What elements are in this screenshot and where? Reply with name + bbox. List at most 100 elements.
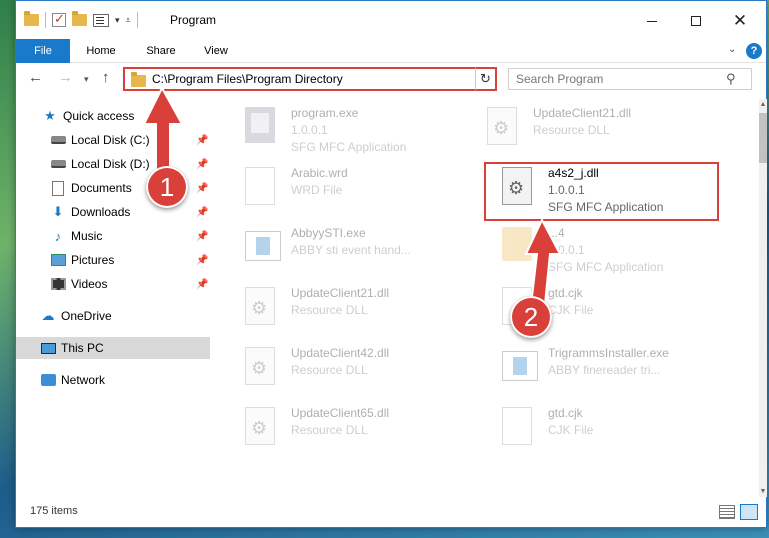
scrollbar-thumb[interactable] xyxy=(759,113,767,163)
sidebar-item-music[interactable]: ♪ Music 📌 xyxy=(16,225,210,247)
drive-icon xyxy=(50,156,66,172)
file-detail: Resource DLL xyxy=(291,303,368,317)
sidebar-item-this-pc[interactable]: This PC xyxy=(16,337,210,359)
status-bar: 175 items xyxy=(16,499,766,527)
scroll-up-icon[interactable]: ▲ xyxy=(759,101,767,108)
customize-toolbar-icon[interactable]: ⩡ xyxy=(126,15,131,26)
highlight-box xyxy=(484,162,719,221)
search-input[interactable] xyxy=(516,72,726,86)
sidebar-item-label: Quick access xyxy=(63,109,135,123)
close-button[interactable]: ✕ xyxy=(720,7,760,35)
dll-file-icon xyxy=(245,287,281,327)
tab-file[interactable]: File xyxy=(16,39,70,63)
tiles-view-icon[interactable] xyxy=(740,504,758,520)
file-detail: 1.0.0.1 xyxy=(291,123,328,137)
vertical-scrollbar[interactable]: ▲ ▼ xyxy=(759,99,767,497)
chevron-down-icon[interactable]: ▾ xyxy=(115,15,120,26)
file-item-program-exe[interactable]: program.exe 1.0.0.1 SFG MFC Application xyxy=(245,103,475,161)
file-item-trigrammsinstaller-exe[interactable]: TrigrammsInstaller.exe ABBY finereader t… xyxy=(502,343,732,401)
file-name: UpdateClient42.dll xyxy=(291,346,390,360)
sidebar-item-network[interactable]: Network xyxy=(16,369,210,391)
step-badge-1: 1 xyxy=(146,166,188,208)
details-view-icon[interactable] xyxy=(719,505,735,519)
search-icon[interactable]: ⚲ xyxy=(726,71,736,87)
maximize-button[interactable] xyxy=(676,7,716,35)
executable-icon xyxy=(502,347,538,387)
file-name: UpdateClient21.dll xyxy=(533,106,632,120)
sidebar-item-onedrive[interactable]: ☁ OneDrive xyxy=(16,305,210,327)
forward-arrow-icon[interactable]: → xyxy=(58,69,73,86)
network-icon xyxy=(40,372,56,388)
file-item-updateclient21-dll-2[interactable]: UpdateClient21.dll Resource DLL xyxy=(245,283,475,341)
file-list: program.exe 1.0.0.1 SFG MFC Application … xyxy=(229,99,759,497)
ribbon-tabs: File Home Share View ⌄ ? xyxy=(16,39,766,63)
star-icon: ★ xyxy=(44,108,56,123)
search-box[interactable]: ⚲ xyxy=(508,68,752,90)
file-name: TrigrammsInstaller.exe xyxy=(548,346,669,360)
file-detail: Resource DLL xyxy=(291,363,368,377)
minimize-icon xyxy=(647,20,657,22)
title-bar: ▾ ⩡ Program ✕ xyxy=(16,1,766,39)
sidebar-item-downloads[interactable]: ⬇ Downloads 📌 xyxy=(16,201,210,223)
file-item-abbyysti-exe[interactable]: AbbyySTI.exe ABBY sti event hand... xyxy=(245,223,475,281)
sidebar-item-label: OneDrive xyxy=(61,309,112,323)
refresh-button[interactable]: ↻ xyxy=(475,67,497,91)
back-arrow-icon[interactable]: ← xyxy=(28,69,43,86)
file-name: UpdateClient21.dll xyxy=(291,286,390,300)
file-item-gtd-cjk-2[interactable]: gtd.cjk CJK File xyxy=(502,403,732,461)
computer-icon xyxy=(40,340,56,356)
application-icon xyxy=(245,107,281,147)
download-icon: ⬇ xyxy=(52,204,64,219)
scroll-down-icon[interactable]: ▼ xyxy=(759,488,767,495)
tab-view[interactable]: View xyxy=(198,39,234,63)
sidebar-item-label: Music xyxy=(71,229,103,243)
file-item-arabic-wrd[interactable]: Arabic.wrd WRD File xyxy=(245,163,475,221)
properties-icon[interactable] xyxy=(93,13,109,27)
step-badge-2: 2 xyxy=(510,296,552,338)
document-icon xyxy=(50,180,66,196)
music-icon: ♪ xyxy=(54,228,62,244)
window-title: Program xyxy=(170,13,217,27)
up-arrow-icon[interactable]: ↑ xyxy=(102,69,110,86)
file-name: program.exe xyxy=(291,106,359,120)
pin-icon[interactable]: 📌 xyxy=(196,231,208,242)
file-item-updateclient42-dll[interactable]: UpdateClient42.dll Resource DLL xyxy=(245,343,475,401)
sidebar-item-label: Downloads xyxy=(71,205,131,219)
sidebar-item-label: This PC xyxy=(61,341,104,355)
file-item-updateclient65-dll[interactable]: UpdateClient65.dll Resource DLL xyxy=(245,403,475,461)
file-name: AbbyySTI.exe xyxy=(291,226,366,240)
close-icon: ✕ xyxy=(732,11,748,30)
file-icon xyxy=(245,167,281,207)
sidebar-item-pictures[interactable]: Pictures 📌 xyxy=(16,249,210,271)
pictures-icon xyxy=(50,252,66,268)
maximize-icon xyxy=(691,16,701,26)
item-count: 175 items xyxy=(30,505,78,517)
help-icon[interactable]: ? xyxy=(746,43,762,59)
file-detail: Resource DLL xyxy=(533,123,610,137)
file-icon xyxy=(502,407,538,447)
dll-file-icon xyxy=(245,407,281,447)
refresh-icon: ↻ xyxy=(480,71,491,86)
dll-file-icon xyxy=(487,107,523,147)
expand-ribbon-icon[interactable]: ⌄ xyxy=(728,44,736,55)
minimize-button[interactable] xyxy=(632,7,672,35)
pin-icon[interactable]: 📌 xyxy=(196,255,208,266)
recent-locations-icon[interactable]: ▾ xyxy=(84,74,89,85)
file-detail: ABBY sti event hand... xyxy=(291,243,411,257)
tab-share[interactable]: Share xyxy=(138,39,184,63)
sidebar-item-videos[interactable]: Videos 📌 xyxy=(16,273,210,295)
pin-icon[interactable]: 📌 xyxy=(196,279,208,290)
quick-access-toolbar: ▾ ⩡ xyxy=(24,11,138,28)
sidebar-item-label: Pictures xyxy=(71,253,115,267)
executable-icon xyxy=(245,227,281,267)
address-path[interactable]: C:\Program Files\Program Directory xyxy=(152,72,479,86)
divider xyxy=(45,12,46,28)
file-detail: SFG MFC Application xyxy=(291,140,407,154)
tab-home[interactable]: Home xyxy=(78,39,124,63)
drive-icon xyxy=(50,132,66,148)
properties-check-icon[interactable] xyxy=(52,11,66,27)
new-folder-icon[interactable] xyxy=(72,11,87,26)
file-item-updateclient21-dll[interactable]: UpdateClient21.dll Resource DLL xyxy=(487,103,717,161)
pin-icon[interactable]: 📌 xyxy=(196,207,208,218)
cloud-icon: ☁ xyxy=(41,308,55,323)
